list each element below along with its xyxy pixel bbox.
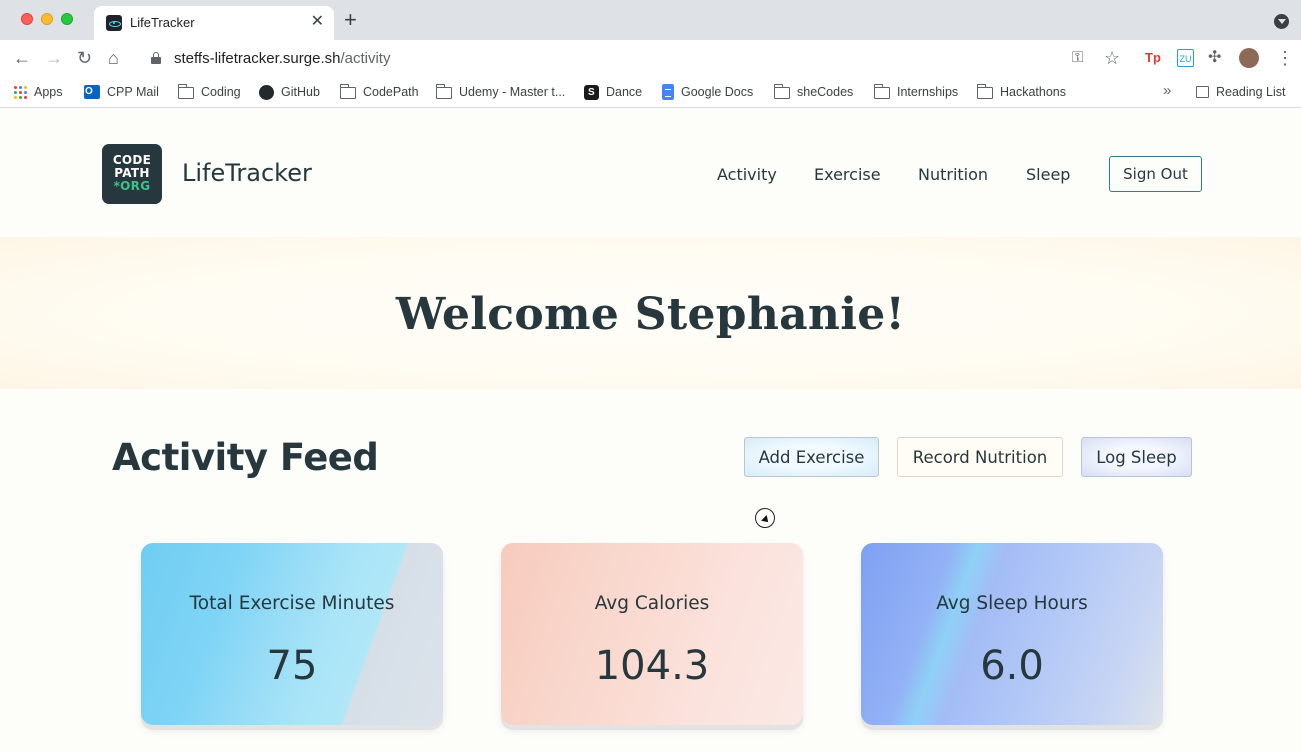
sign-out-button[interactable]: Sign Out — [1109, 156, 1202, 192]
bookmark-label: CPP Mail — [107, 85, 159, 99]
logo-line: *ORG — [113, 179, 151, 193]
github-icon — [259, 84, 274, 100]
new-tab-button[interactable]: + — [344, 9, 357, 31]
browser-tab[interactable]: LifeTracker ✕ — [94, 6, 334, 40]
bookmark-label: Hackathons — [1000, 85, 1067, 99]
bookmark-shecodes[interactable]: sheCodes — [773, 83, 854, 101]
home-icon[interactable]: ⌂ — [108, 47, 119, 69]
stat-card-calories: Avg Calories 104.3 — [501, 543, 803, 725]
react-favicon-icon — [106, 15, 122, 31]
tab-search-icon[interactable] — [1274, 14, 1289, 29]
google-docs-icon — [662, 84, 674, 100]
key-icon[interactable]: ⚿ — [1072, 47, 1083, 69]
reading-list-button[interactable]: Reading List — [1196, 83, 1286, 101]
bookmark-label: Udemy - Master t... — [459, 85, 566, 99]
kebab-menu-icon[interactable]: ⋮ — [1276, 47, 1294, 69]
back-arrow-icon[interactable]: ← — [13, 47, 31, 69]
bookmark-label: Dance — [606, 85, 643, 99]
browser-toolbar: ← → ↻ ⌂ steffs-lifetracker.surge.sh/acti… — [0, 40, 1301, 76]
bookmark-cpp-mail[interactable]: CPP Mail — [84, 83, 159, 101]
add-exercise-button[interactable]: Add Exercise — [744, 437, 879, 477]
browser-tab-bar: LifeTracker ✕ + — [0, 0, 1301, 40]
bookmarks-bar: Apps CPP Mail Coding GitHub CodePath Ude… — [0, 76, 1301, 108]
stat-card-value: 104.3 — [594, 643, 710, 689]
forward-arrow-icon[interactable]: → — [45, 47, 63, 69]
bookmark-codepath[interactable]: CodePath — [339, 83, 419, 101]
welcome-heading: Welcome Stephanie! — [395, 289, 906, 340]
stat-card-exercise: Total Exercise Minutes 75 — [141, 543, 443, 725]
page-content: CODE PATH *ORG LifeTracker Activity Exer… — [0, 109, 1301, 752]
window-close-button[interactable] — [21, 13, 33, 25]
bookmark-label: Coding — [201, 85, 241, 99]
activity-feed-title: Activity Feed — [112, 436, 379, 479]
bookmark-github[interactable]: GitHub — [259, 83, 320, 101]
stat-card-title: Total Exercise Minutes — [189, 593, 395, 614]
folder-icon — [873, 84, 890, 99]
folder-icon — [435, 84, 452, 99]
url-host: steffs-lifetracker.surge.sh — [174, 50, 341, 67]
puzzle-extensions-icon[interactable]: ✣ — [1208, 47, 1221, 69]
apps-grid-icon — [14, 85, 27, 99]
bookmark-label: Apps — [34, 85, 63, 99]
nav-link-activity[interactable]: Activity — [717, 165, 777, 184]
stat-card-value: 75 — [266, 643, 318, 689]
star-icon[interactable]: ☆ — [1104, 47, 1120, 69]
url-path: /activity — [340, 50, 391, 67]
nav-link-sleep[interactable]: Sleep — [1026, 165, 1070, 184]
bookmark-label: Google Docs — [681, 85, 754, 99]
s-app-icon — [584, 84, 599, 100]
bookmark-label: sheCodes — [797, 85, 854, 99]
window-zoom-button[interactable] — [61, 13, 73, 25]
reload-icon[interactable]: ↻ — [77, 47, 92, 69]
bookmark-udemy[interactable]: Udemy - Master t... — [435, 83, 566, 101]
stat-card-value: 6.0 — [980, 643, 1044, 689]
lock-icon[interactable] — [151, 52, 161, 64]
folder-icon — [177, 84, 194, 99]
folder-icon — [773, 84, 790, 99]
codepath-logo[interactable]: CODE PATH *ORG — [102, 144, 162, 204]
reading-list-icon — [1196, 86, 1209, 98]
nav-link-exercise[interactable]: Exercise — [814, 165, 881, 184]
stat-card-title: Avg Calories — [594, 593, 710, 614]
stat-card-sleep: Avg Sleep Hours 6.0 — [861, 543, 1163, 725]
welcome-banner: Welcome Stephanie! — [0, 237, 1301, 389]
stat-card-title: Avg Sleep Hours — [936, 593, 1088, 614]
folder-icon — [339, 84, 356, 99]
record-nutrition-button[interactable]: Record Nutrition — [897, 437, 1063, 477]
bookmark-dance[interactable]: Dance — [584, 83, 642, 101]
reading-list-label: Reading List — [1216, 85, 1286, 99]
site-navbar: CODE PATH *ORG LifeTracker Activity Exer… — [0, 109, 1301, 239]
more-bookmarks-chevron-icon[interactable]: » — [1163, 82, 1171, 99]
log-sleep-button[interactable]: Log Sleep — [1081, 437, 1192, 477]
tab-close-icon[interactable]: ✕ — [311, 12, 324, 32]
bookmark-google-docs[interactable]: Google Docs — [662, 83, 753, 101]
bookmark-hackathons[interactable]: Hackathons — [976, 83, 1067, 101]
mouse-cursor-icon — [755, 508, 775, 528]
outlook-icon — [84, 85, 100, 99]
bookmark-coding[interactable]: Coding — [177, 83, 241, 101]
bookmark-internships[interactable]: Internships — [873, 83, 959, 101]
bookmark-label: CodePath — [363, 85, 419, 99]
brand-name[interactable]: LifeTracker — [182, 159, 312, 187]
tab-title: LifeTracker — [130, 15, 195, 30]
nav-link-nutrition[interactable]: Nutrition — [918, 165, 988, 184]
address-bar[interactable]: steffs-lifetracker.surge.sh/activity — [174, 50, 390, 67]
bookmark-apps[interactable]: Apps — [14, 83, 63, 101]
window-minimize-button[interactable] — [41, 13, 53, 25]
tp-extension-icon[interactable]: Tp — [1145, 49, 1161, 67]
profile-avatar[interactable] — [1239, 48, 1259, 68]
folder-icon — [976, 84, 993, 99]
bookmark-label: Internships — [897, 85, 959, 99]
bookmark-label: GitHub — [281, 85, 320, 99]
zu-extension-icon[interactable]: ZU — [1177, 49, 1194, 67]
